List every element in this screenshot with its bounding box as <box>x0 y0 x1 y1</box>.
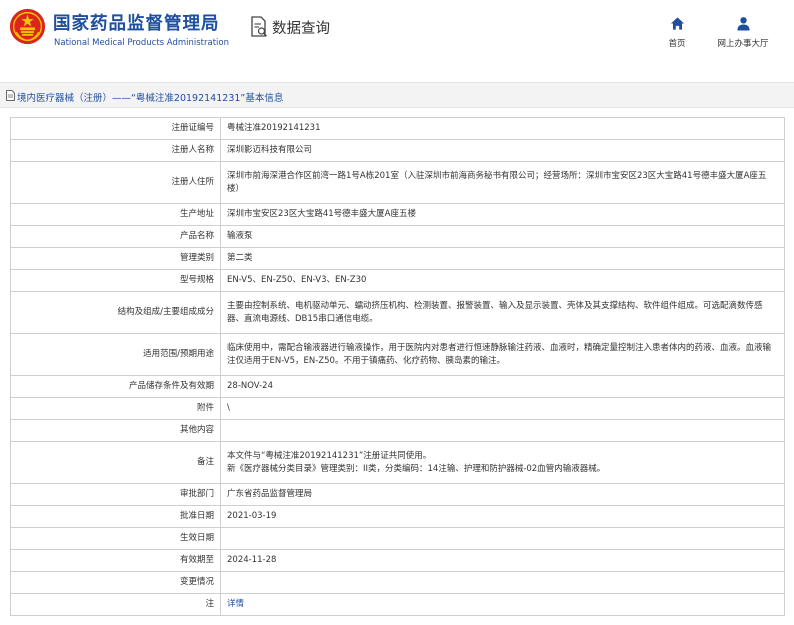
field-value: 深圳市前海深港合作区前湾一路1号A栋201室（入驻深圳市前海商务秘书有限公司；经… <box>220 161 785 204</box>
table-row: 产品储存条件及有效期 28-NOV-24 <box>10 375 785 398</box>
field-value: 深圳市宝安区23区大宝路41号德丰盛大厦A座五楼 <box>220 203 785 226</box>
online-hall-nav-label: 网上办事大厅 <box>717 39 769 49</box>
field-value: 主要由控制系统、电机驱动单元、蠕动挤压机构、检测装置、报警装置、输入及显示装置、… <box>220 291 785 334</box>
field-label: 产品名称 <box>10 225 221 248</box>
field-label: 生效日期 <box>10 527 221 550</box>
field-value <box>220 419 785 442</box>
field-value: 深圳影迈科技有限公司 <box>220 139 785 162</box>
details-link[interactable]: 详情 <box>227 599 244 609</box>
field-value: 临床使用中，需配合输液器进行输液操作，用于医院内对患者进行恒速静脉输注药液、血液… <box>220 333 785 376</box>
site-header: 国家药品监督管理局 National Medical Products Admi… <box>0 0 794 62</box>
field-label: 备注 <box>10 441 221 484</box>
table-row: 附件 \ <box>10 397 785 420</box>
field-label: 有效期至 <box>10 549 221 572</box>
home-nav-button[interactable]: 首页 <box>662 16 692 49</box>
field-value: 28-NOV-24 <box>220 375 785 398</box>
table-row: 有效期至 2024-11-28 <box>10 549 785 572</box>
field-value: 本文件与“粤械注准20192141231”注册证共同使用。新《医疗器械分类目录》… <box>220 441 785 484</box>
field-value: 详情 <box>220 593 785 616</box>
table-row: 管理类别 第二类 <box>10 247 785 270</box>
field-label: 产品储存条件及有效期 <box>10 375 221 398</box>
user-icon <box>736 17 750 31</box>
field-value: 粤械注准20192141231 <box>220 117 785 140</box>
table-row: 注册人名称 深圳影迈科技有限公司 <box>10 139 785 162</box>
field-label: 批准日期 <box>10 505 221 528</box>
table-row: 注册证编号 粤械注准20192141231 <box>10 117 785 140</box>
document-icon <box>6 90 15 101</box>
field-label: 注 <box>10 593 221 616</box>
table-row: 适用范围/预期用途 临床使用中，需配合输液器进行输液操作，用于医院内对患者进行恒速… <box>10 333 785 376</box>
site-title: 国家药品监督管理局 <box>53 14 220 34</box>
field-value <box>220 527 785 550</box>
field-label: 注册证编号 <box>10 117 221 140</box>
field-label: 型号规格 <box>10 269 221 292</box>
field-value: 2024-11-28 <box>220 549 785 572</box>
table-row: 其他内容 <box>10 419 785 442</box>
header-gap <box>0 62 794 74</box>
table-row: 产品名称 输液泵 <box>10 225 785 248</box>
breadcrumb-text[interactable]: 境内医疗器械（注册）——“粤械注准20192141231”基本信息 <box>17 90 283 104</box>
national-emblem-icon[interactable] <box>9 8 46 45</box>
field-value: EN-V5、EN-Z50、EN-V3、EN-Z30 <box>220 269 785 292</box>
site-subtitle: National Medical Products Administration <box>54 38 229 48</box>
online-hall-nav-button[interactable]: 网上办事大厅 <box>711 16 775 49</box>
field-label: 适用范围/预期用途 <box>10 333 221 376</box>
table-row: 变更情况 <box>10 571 785 594</box>
field-value: 广东省药品监督管理局 <box>220 483 785 506</box>
field-label: 注册人住所 <box>10 161 221 204</box>
data-search-label: 数据查询 <box>272 20 330 37</box>
registration-info-table: 注册证编号 粤械注准20192141231 注册人名称 深圳影迈科技有限公司 注册人住所… <box>10 117 785 616</box>
table-row: 注详情 <box>10 593 785 616</box>
field-label: 其他内容 <box>10 419 221 442</box>
table-row: 型号规格 EN-V5、EN-Z50、EN-V3、EN-Z30 <box>10 269 785 292</box>
field-label: 生产地址 <box>10 203 221 226</box>
breadcrumb: 境内医疗器械（注册）——“粤械注准20192141231”基本信息 <box>0 82 794 108</box>
table-row: 注册人住所 深圳市前海深港合作区前湾一路1号A栋201室（入驻深圳市前海商务秘书有… <box>10 161 785 204</box>
field-value-line: 本文件与“粤械注准20192141231”注册证共同使用。 <box>227 450 432 461</box>
field-value: 2021-03-19 <box>220 505 785 528</box>
field-value: \ <box>220 397 785 420</box>
table-row: 审批部门 广东省药品监督管理局 <box>10 483 785 506</box>
table-row: 生产地址 深圳市宝安区23区大宝路41号德丰盛大厦A座五楼 <box>10 203 785 226</box>
field-label: 管理类别 <box>10 247 221 270</box>
field-value <box>220 571 785 594</box>
field-label: 附件 <box>10 397 221 420</box>
field-label: 变更情况 <box>10 571 221 594</box>
document-search-icon <box>251 16 268 37</box>
table-row: 生效日期 <box>10 527 785 550</box>
field-label: 结构及组成/主要组成成分 <box>10 291 221 334</box>
field-value-line: 新《医疗器械分类目录》管理类别：II类，分类编码：14注输、护理和防护器械-02… <box>227 463 606 474</box>
home-nav-label: 首页 <box>668 39 686 49</box>
field-value: 第二类 <box>220 247 785 270</box>
table-row: 结构及组成/主要组成成分 主要由控制系统、电机驱动单元、蠕动挤压机构、检测装置、报… <box>10 291 785 334</box>
data-search-link[interactable]: 数据查询 <box>250 16 330 38</box>
table-row: 备注 本文件与“粤械注准20192141231”注册证共同使用。新《医疗器械分类目… <box>10 441 785 484</box>
table-row: 批准日期 2021-03-19 <box>10 505 785 528</box>
home-icon <box>670 17 684 30</box>
field-label: 注册人名称 <box>10 139 221 162</box>
field-label: 审批部门 <box>10 483 221 506</box>
field-value: 输液泵 <box>220 225 785 248</box>
